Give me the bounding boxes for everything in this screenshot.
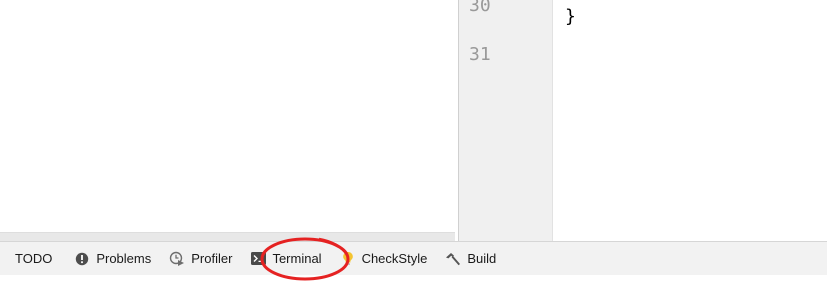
- tab-terminal[interactable]: Terminal: [241, 242, 330, 275]
- code-editor[interactable]: }: [553, 0, 827, 241]
- tab-label: Terminal: [272, 251, 322, 266]
- status-strip: [0, 275, 827, 287]
- terminal-icon: [250, 251, 266, 267]
- tab-label: Build: [467, 251, 497, 266]
- tool-window-bar: TODO Problems Profiler Terminal CheckSty…: [0, 241, 827, 275]
- tab-profiler[interactable]: Profiler: [160, 242, 241, 275]
- line-number-gutter: 30 31: [459, 0, 553, 241]
- tab-label: CheckStyle: [361, 251, 428, 266]
- tab-problems[interactable]: Problems: [65, 242, 160, 275]
- tab-build[interactable]: Build: [436, 242, 505, 275]
- tab-label: Profiler: [191, 251, 233, 266]
- horizontal-scrollbar[interactable]: [0, 232, 455, 241]
- tab-label: Problems: [96, 251, 152, 266]
- build-hammer-icon: [445, 251, 461, 267]
- tab-checkstyle[interactable]: CheckStyle: [331, 242, 437, 275]
- left-panel: [0, 0, 458, 241]
- tab-label: TODO: [15, 251, 53, 266]
- profiler-icon: [169, 251, 185, 267]
- problems-icon: [74, 251, 90, 267]
- checkstyle-bulb-icon: [340, 251, 356, 267]
- tab-todo[interactable]: TODO: [0, 242, 65, 275]
- code-line[interactable]: }: [565, 6, 576, 27]
- line-number: 31: [469, 44, 491, 65]
- line-number: 30: [469, 0, 491, 16]
